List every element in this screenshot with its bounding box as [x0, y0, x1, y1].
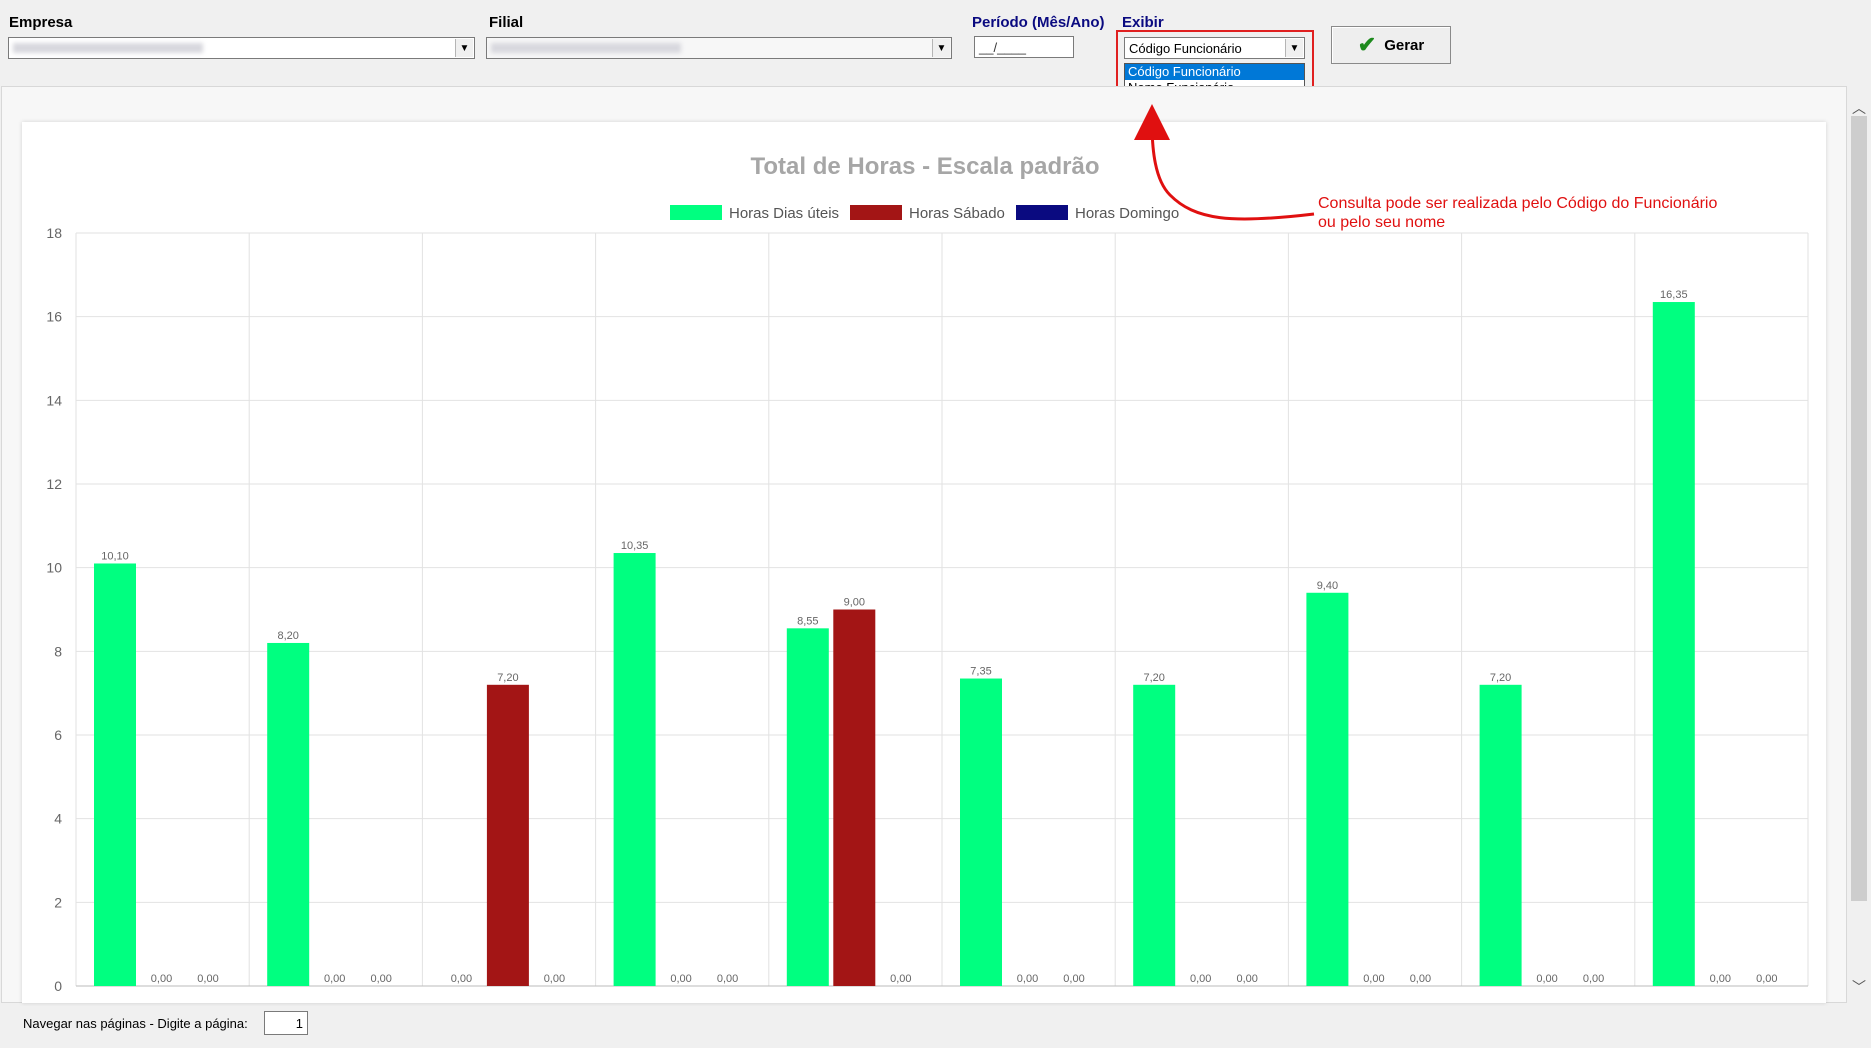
bar-0-9 — [1652, 302, 1695, 986]
bar-0-8 — [1479, 684, 1522, 986]
scroll-down-icon[interactable]: ﹀ — [1851, 979, 1867, 995]
legend-swatch-2 — [1016, 205, 1068, 220]
y-tick-label-1: 2 — [54, 894, 62, 910]
data-label-1-6: 0,00 — [1190, 973, 1211, 985]
data-label-0-1: 8,20 — [277, 630, 298, 642]
data-label-2-8: 0,00 — [1583, 973, 1604, 985]
data-label-0-9: 16,35 — [1660, 289, 1688, 301]
data-label-0-0: 10,10 — [101, 550, 129, 562]
bar-0-6 — [1133, 684, 1176, 986]
page-navigation-label: Navegar nas páginas - Digite a página: — [23, 1016, 248, 1031]
y-tick-label-0: 0 — [54, 978, 62, 994]
data-label-2-3: 0,00 — [717, 973, 738, 985]
y-tick-label-2: 4 — [54, 811, 62, 827]
y-tick-label-4: 8 — [54, 643, 62, 659]
y-tick-label-5: 10 — [46, 560, 62, 576]
chart-title: Total de Horas - Escala padrão — [751, 153, 1100, 180]
data-label-1-3: 0,00 — [670, 973, 691, 985]
data-label-0-4: 8,55 — [797, 615, 818, 627]
data-label-1-4: 9,00 — [844, 597, 865, 609]
data-label-0-6: 7,20 — [1143, 672, 1164, 684]
data-label-1-7: 0,00 — [1363, 973, 1384, 985]
data-label-0-2: 0,00 — [451, 973, 472, 985]
bar-1-4 — [833, 609, 876, 986]
scroll-up-icon[interactable]: ︿ — [1851, 100, 1867, 116]
legend-label-1: Horas Sábado — [909, 205, 1005, 222]
data-label-1-8: 0,00 — [1536, 973, 1557, 985]
data-label-2-9: 0,00 — [1756, 973, 1777, 985]
y-tick-label-6: 12 — [46, 476, 62, 492]
bar-0-7 — [1306, 592, 1349, 986]
bar-0-3 — [613, 553, 656, 986]
data-label-1-1: 0,00 — [324, 973, 345, 985]
data-label-2-1: 0,00 — [370, 973, 391, 985]
annotation-line-2: ou pelo seu nome — [1318, 214, 1446, 231]
vertical-scrollbar[interactable]: ︿ ﹀ — [1848, 100, 1870, 995]
bar-0-5 — [960, 678, 1002, 986]
data-label-2-4: 0,00 — [890, 973, 911, 985]
annotation-line-1: Consulta pode ser realizada pelo Código … — [1318, 195, 1718, 212]
bar-0-0 — [94, 563, 136, 986]
page-number-input[interactable]: 1 — [264, 1011, 308, 1035]
data-label-2-5: 0,00 — [1063, 973, 1084, 985]
data-label-2-7: 0,00 — [1410, 973, 1431, 985]
legend-swatch-1 — [850, 205, 902, 220]
bar-0-4 — [786, 628, 829, 986]
legend-label-2: Horas Domingo — [1075, 205, 1179, 222]
bar-chart: Total de Horas - Escala padrão Horas Dias… — [46, 153, 1809, 994]
y-tick-label-3: 6 — [54, 727, 62, 743]
legend-label-0: Horas Dias úteis — [729, 205, 839, 222]
scrollbar-thumb[interactable] — [1851, 116, 1867, 901]
data-label-1-9: 0,00 — [1710, 973, 1731, 985]
data-label-2-2: 0,00 — [544, 973, 565, 985]
data-label-0-7: 9,40 — [1317, 580, 1338, 592]
legend-swatch-0 — [670, 205, 722, 220]
data-label-1-0: 0,00 — [151, 973, 172, 985]
data-label-0-8: 7,20 — [1490, 672, 1511, 684]
bar-1-2 — [486, 684, 529, 986]
data-label-1-2: 7,20 — [497, 672, 518, 684]
y-tick-label-9: 18 — [46, 225, 62, 241]
data-label-0-3: 10,35 — [621, 540, 649, 552]
data-label-1-5: 0,00 — [1017, 973, 1038, 985]
data-label-2-0: 0,00 — [197, 973, 218, 985]
annotation-text: Consulta pode ser realizada pelo Código … — [1318, 194, 1717, 232]
data-label-2-6: 0,00 — [1236, 973, 1257, 985]
data-label-0-5: 7,35 — [970, 666, 991, 678]
bar-0-1 — [267, 642, 310, 986]
y-tick-label-7: 14 — [46, 392, 62, 408]
y-tick-label-8: 16 — [46, 309, 62, 325]
